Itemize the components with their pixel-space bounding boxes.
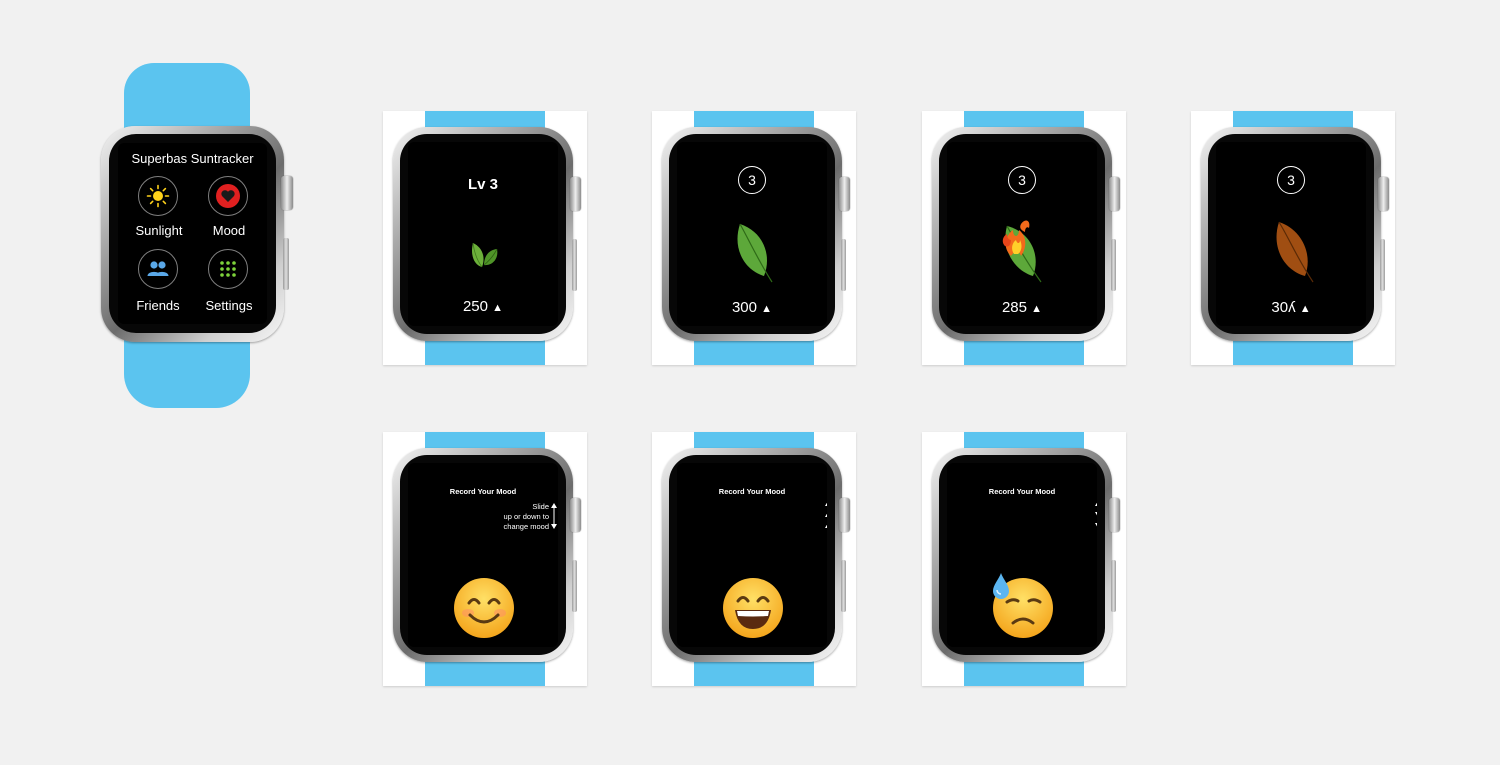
grinning-face-icon [723, 578, 783, 638]
level-badge: 3 [1008, 166, 1036, 194]
watch-screen: Record Your Mood [677, 463, 827, 647]
mood-button[interactable] [208, 176, 248, 216]
watch-screen: Lv 3 250 ▲ [408, 142, 558, 326]
score-value: 300 [731, 299, 757, 316]
score-value: 30 [1271, 299, 1289, 316]
side-button[interactable] [1111, 239, 1116, 291]
heart-icon [216, 184, 240, 208]
leaf-card: 3 300 ▲ [652, 111, 856, 365]
watch-screen: Superbas Suntracker Sunlight Mood Friend… [118, 143, 267, 324]
watch-screen: Record Your Mood [947, 463, 1097, 647]
digital-crown[interactable] [1378, 177, 1389, 211]
glitched-digit: ʎ [1288, 299, 1296, 316]
digital-crown[interactable] [570, 498, 581, 532]
digital-crown[interactable] [1109, 177, 1120, 211]
hint-line: up or down to [503, 512, 549, 521]
mood-label: Mood [212, 223, 246, 238]
watch-screen: 3 30ʎ ▲ [1216, 142, 1366, 326]
withered-leaf-card: 3 30ʎ ▲ [1191, 111, 1395, 365]
sunlight-score: 300 ▲ [702, 299, 802, 316]
brown-leaf-icon [1276, 221, 1314, 283]
digital-crown[interactable] [839, 498, 850, 532]
side-button[interactable] [1111, 560, 1116, 612]
friends-icon [147, 261, 169, 276]
friends-label: Friends [136, 298, 180, 313]
level-badge: 3 [738, 166, 766, 194]
sun-arrow-icon: ▲ [492, 302, 504, 314]
side-button[interactable] [572, 239, 577, 291]
friends-button[interactable] [138, 249, 178, 289]
slide-hint: Slide up or down to change mood [479, 502, 549, 532]
mood-card-smile: Record Your Mood Slide up or down to cha… [383, 432, 587, 686]
side-button[interactable] [841, 560, 846, 612]
mood-title: Record Your Mood [449, 487, 517, 496]
watch-screen: 3 285 ▲ [947, 142, 1097, 326]
watch-screen: Record Your Mood Slide up or down to cha… [408, 463, 558, 647]
digital-crown[interactable] [281, 176, 293, 210]
sunlight-button[interactable] [138, 176, 178, 216]
sweat-face-icon [993, 573, 1053, 638]
side-button[interactable] [283, 238, 289, 290]
mood-title: Record Your Mood [718, 487, 786, 496]
sun-icon [146, 184, 170, 208]
green-leaf-icon [737, 223, 773, 283]
sunlight-label: Sunlight [135, 223, 183, 238]
up-down-arrows-icon [825, 502, 827, 528]
burning-leaf-icon [1002, 220, 1042, 283]
grid-icon [220, 261, 236, 277]
sunlight-score: 250 ▲ [433, 298, 533, 315]
side-button[interactable] [1380, 239, 1385, 291]
mood-card-grin: Record Your Mood [652, 432, 856, 686]
level-card: Lv 3 250 ▲ [383, 111, 587, 365]
burning-leaf-card: 3 285 ▲ [922, 111, 1126, 365]
watch-screen: 3 300 ▲ [677, 142, 827, 326]
hint-line: change mood [503, 522, 549, 531]
sunlight-score: 30ʎ ▲ [1241, 299, 1341, 316]
score-value: 285 [1001, 299, 1027, 316]
settings-label: Settings [205, 298, 253, 313]
mood-card-sweat: Record Your Mood [922, 432, 1126, 686]
digital-crown[interactable] [1109, 498, 1120, 532]
hint-line: Slide [532, 502, 549, 511]
level-label: Lv 3 [467, 176, 498, 193]
down-arrows-icon [1095, 502, 1097, 527]
side-button[interactable] [572, 560, 577, 612]
sunlight-score: 285 ▲ [972, 299, 1072, 316]
digital-crown[interactable] [570, 177, 581, 211]
app-title: Superbas Suntracker [131, 151, 254, 166]
up-down-arrow-icon [551, 503, 557, 529]
sun-arrow-icon: ▲ [1299, 303, 1311, 315]
level-badge: 3 [1277, 166, 1305, 194]
side-button[interactable] [841, 239, 846, 291]
smiling-face-icon [454, 578, 514, 638]
score-value: 250 [462, 298, 488, 315]
sun-arrow-icon: ▲ [761, 303, 773, 315]
sun-arrow-icon: ▲ [1031, 303, 1043, 315]
sprout-icon [472, 242, 498, 268]
settings-button[interactable] [208, 249, 248, 289]
mood-title: Record Your Mood [988, 487, 1056, 496]
digital-crown[interactable] [839, 177, 850, 211]
